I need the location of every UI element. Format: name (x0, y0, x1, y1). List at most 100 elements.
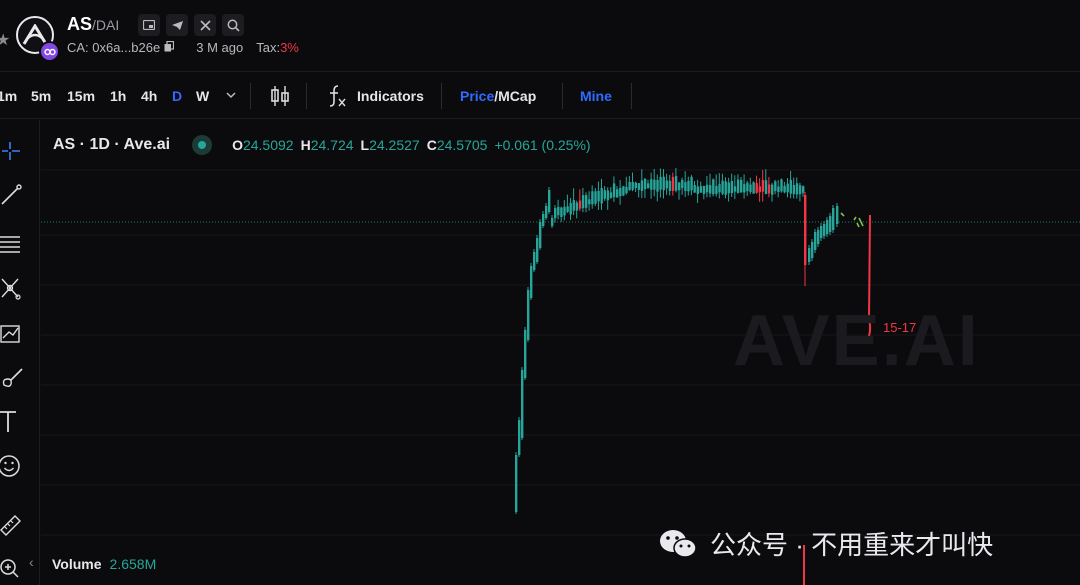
timeframe-15m[interactable]: 15m (67, 88, 95, 104)
candle (826, 220, 829, 234)
candle (823, 224, 826, 236)
price-option[interactable]: Price (460, 88, 494, 104)
copy-icon[interactable] (164, 40, 175, 55)
contract-address: CA: 0x6a...b26e (67, 40, 161, 55)
candle (637, 183, 641, 190)
brush-tool-icon[interactable] (0, 365, 26, 391)
open-value: 24.5092 (242, 137, 294, 153)
candle (588, 199, 591, 205)
candle (622, 186, 625, 196)
candle (740, 179, 743, 193)
candle (542, 214, 545, 226)
candle (612, 183, 616, 198)
toolbar-divider (306, 83, 307, 109)
candle (609, 192, 613, 198)
candle (786, 183, 789, 193)
indicators-fx-icon[interactable] (326, 84, 348, 111)
candle (653, 179, 656, 190)
trend-line-icon[interactable] (0, 182, 26, 208)
candle (671, 176, 675, 191)
visibility-eye-icon[interactable] (192, 135, 213, 155)
candle (783, 185, 786, 193)
search-icon[interactable] (222, 14, 244, 36)
wechat-caption: 公众号 · 不用重来才叫快 (710, 530, 994, 560)
timeframe-d[interactable]: D (172, 88, 182, 104)
horizontal-lines-icon[interactable] (0, 230, 26, 256)
volume-label: Volume (52, 556, 102, 572)
change-value: +0.061 (0.25%) (494, 137, 591, 153)
candle (832, 208, 835, 230)
ohlc-legend: AS · 1D · Ave.ai O 24.5092 H 24.724 L 24.25… (53, 135, 598, 155)
crosshair-icon[interactable] (0, 140, 26, 166)
candle (771, 184, 774, 195)
drawing-tools-sidebar (0, 120, 40, 585)
candle (687, 180, 690, 192)
candle (668, 180, 672, 192)
projection-tool-icon[interactable] (0, 320, 26, 346)
toolbar-divider (631, 83, 632, 109)
x-twitter-icon[interactable] (194, 14, 216, 36)
price-mcap-toggle[interactable]: Price/MCap (460, 88, 536, 104)
candle (802, 186, 805, 193)
candle (548, 190, 551, 212)
candle (591, 191, 594, 205)
website-icon[interactable] (138, 14, 160, 36)
candle (597, 190, 600, 202)
candle (628, 182, 631, 191)
zoom-in-icon[interactable] (0, 557, 26, 583)
candle (554, 208, 557, 219)
timeframe-dropdown-chevron-icon[interactable] (226, 86, 236, 102)
candle (603, 190, 606, 199)
candle (749, 184, 752, 192)
emoji-tool-icon[interactable] (0, 453, 26, 479)
telegram-icon[interactable] (166, 14, 188, 36)
candle (643, 178, 647, 190)
timeframe-1m[interactable]: 1m (0, 88, 17, 104)
pattern-tool-icon[interactable] (0, 275, 26, 301)
candle (715, 185, 718, 194)
collapse-chevron-icon[interactable]: ‹ (29, 554, 34, 570)
candlestick-type-icon[interactable] (270, 84, 290, 111)
indicators-button[interactable]: Indicators (357, 88, 424, 104)
low-label: L (360, 137, 370, 153)
candle (699, 186, 703, 193)
candle (702, 185, 706, 194)
candle (539, 222, 542, 248)
price-chart[interactable]: AS · 1D · Ave.ai O 24.5092 H 24.724 L 24.25… (29, 120, 1080, 585)
candle (545, 206, 548, 218)
candle (619, 187, 622, 197)
candle (718, 184, 721, 193)
timeframe-w[interactable]: W (196, 88, 209, 104)
candle (594, 191, 597, 204)
candle (811, 242, 814, 258)
candle (659, 176, 662, 190)
tax-value: 3% (280, 40, 299, 55)
candle (527, 290, 530, 340)
mcap-option[interactable]: MCap (498, 88, 536, 104)
low-value: 24.2527 (369, 137, 420, 153)
text-tool-icon[interactable] (0, 408, 26, 434)
candle (515, 455, 518, 512)
candle (780, 179, 783, 192)
candle (530, 266, 533, 298)
timeframe-5m[interactable]: 5m (31, 88, 51, 104)
candle (829, 216, 832, 232)
candle (727, 182, 730, 194)
candle (724, 181, 727, 195)
favorite-star-icon[interactable]: ★ (0, 30, 10, 50)
candle (674, 176, 678, 191)
timeframe-1h[interactable]: 1h (110, 88, 126, 104)
token-age: 3 M ago (196, 40, 244, 55)
mine-button[interactable]: Mine (580, 88, 612, 104)
candle (817, 230, 820, 244)
ruler-measure-icon[interactable] (0, 510, 26, 536)
candle (709, 185, 712, 194)
candle (616, 189, 619, 198)
candle (684, 182, 687, 191)
high-value: 24.724 (310, 137, 354, 153)
timeframe-4h[interactable]: 4h (141, 88, 157, 104)
wechat-icon (658, 528, 698, 560)
candle (761, 180, 765, 192)
volume-legend: Volume 2.658M (52, 556, 156, 572)
candle (518, 420, 521, 455)
